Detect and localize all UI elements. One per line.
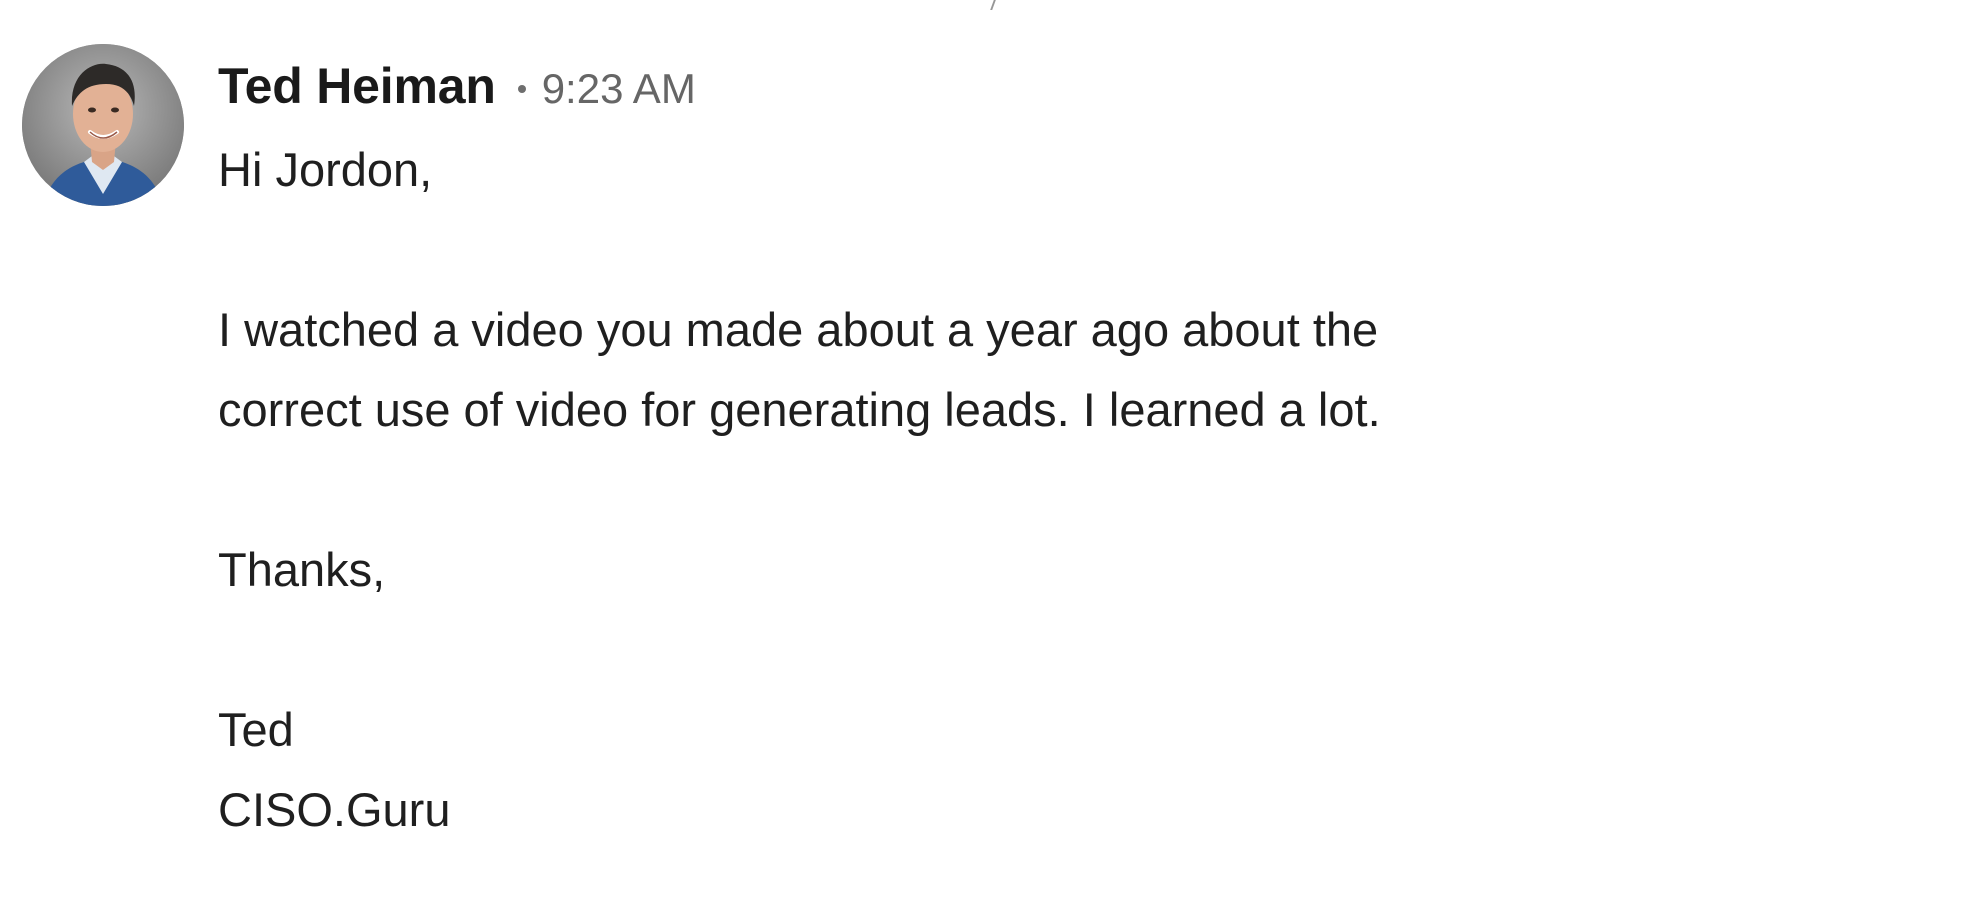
sender-avatar[interactable] (22, 44, 184, 206)
message-item: Ted Heiman 9:23 AM Hi Jordon, I watched … (22, 44, 1922, 884)
message-body: Hi Jordon, I watched a video you made ab… (218, 130, 1898, 850)
signature-name: Ted (218, 703, 294, 756)
sender-name-link[interactable]: Ted Heiman (218, 56, 496, 116)
separator-dot (517, 85, 526, 93)
message-closing: Thanks, (218, 543, 386, 596)
signature-company: CISO.Guru (218, 783, 451, 836)
message-timestamp: 9:23 AM (541, 65, 696, 112)
message-paragraph-line-2: correct use of video for generating lead… (218, 383, 1381, 436)
person-photo-avatar-icon (22, 44, 184, 206)
message-paragraph-line-1: I watched a video you made about a year … (218, 303, 1379, 356)
message-greeting: Hi Jordon, (218, 143, 433, 196)
message-header: Ted Heiman 9:23 AM (218, 44, 1898, 124)
previous-message-edge (0, 0, 1962, 8)
message-content: Ted Heiman 9:23 AM Hi Jordon, I watched … (218, 44, 1898, 850)
